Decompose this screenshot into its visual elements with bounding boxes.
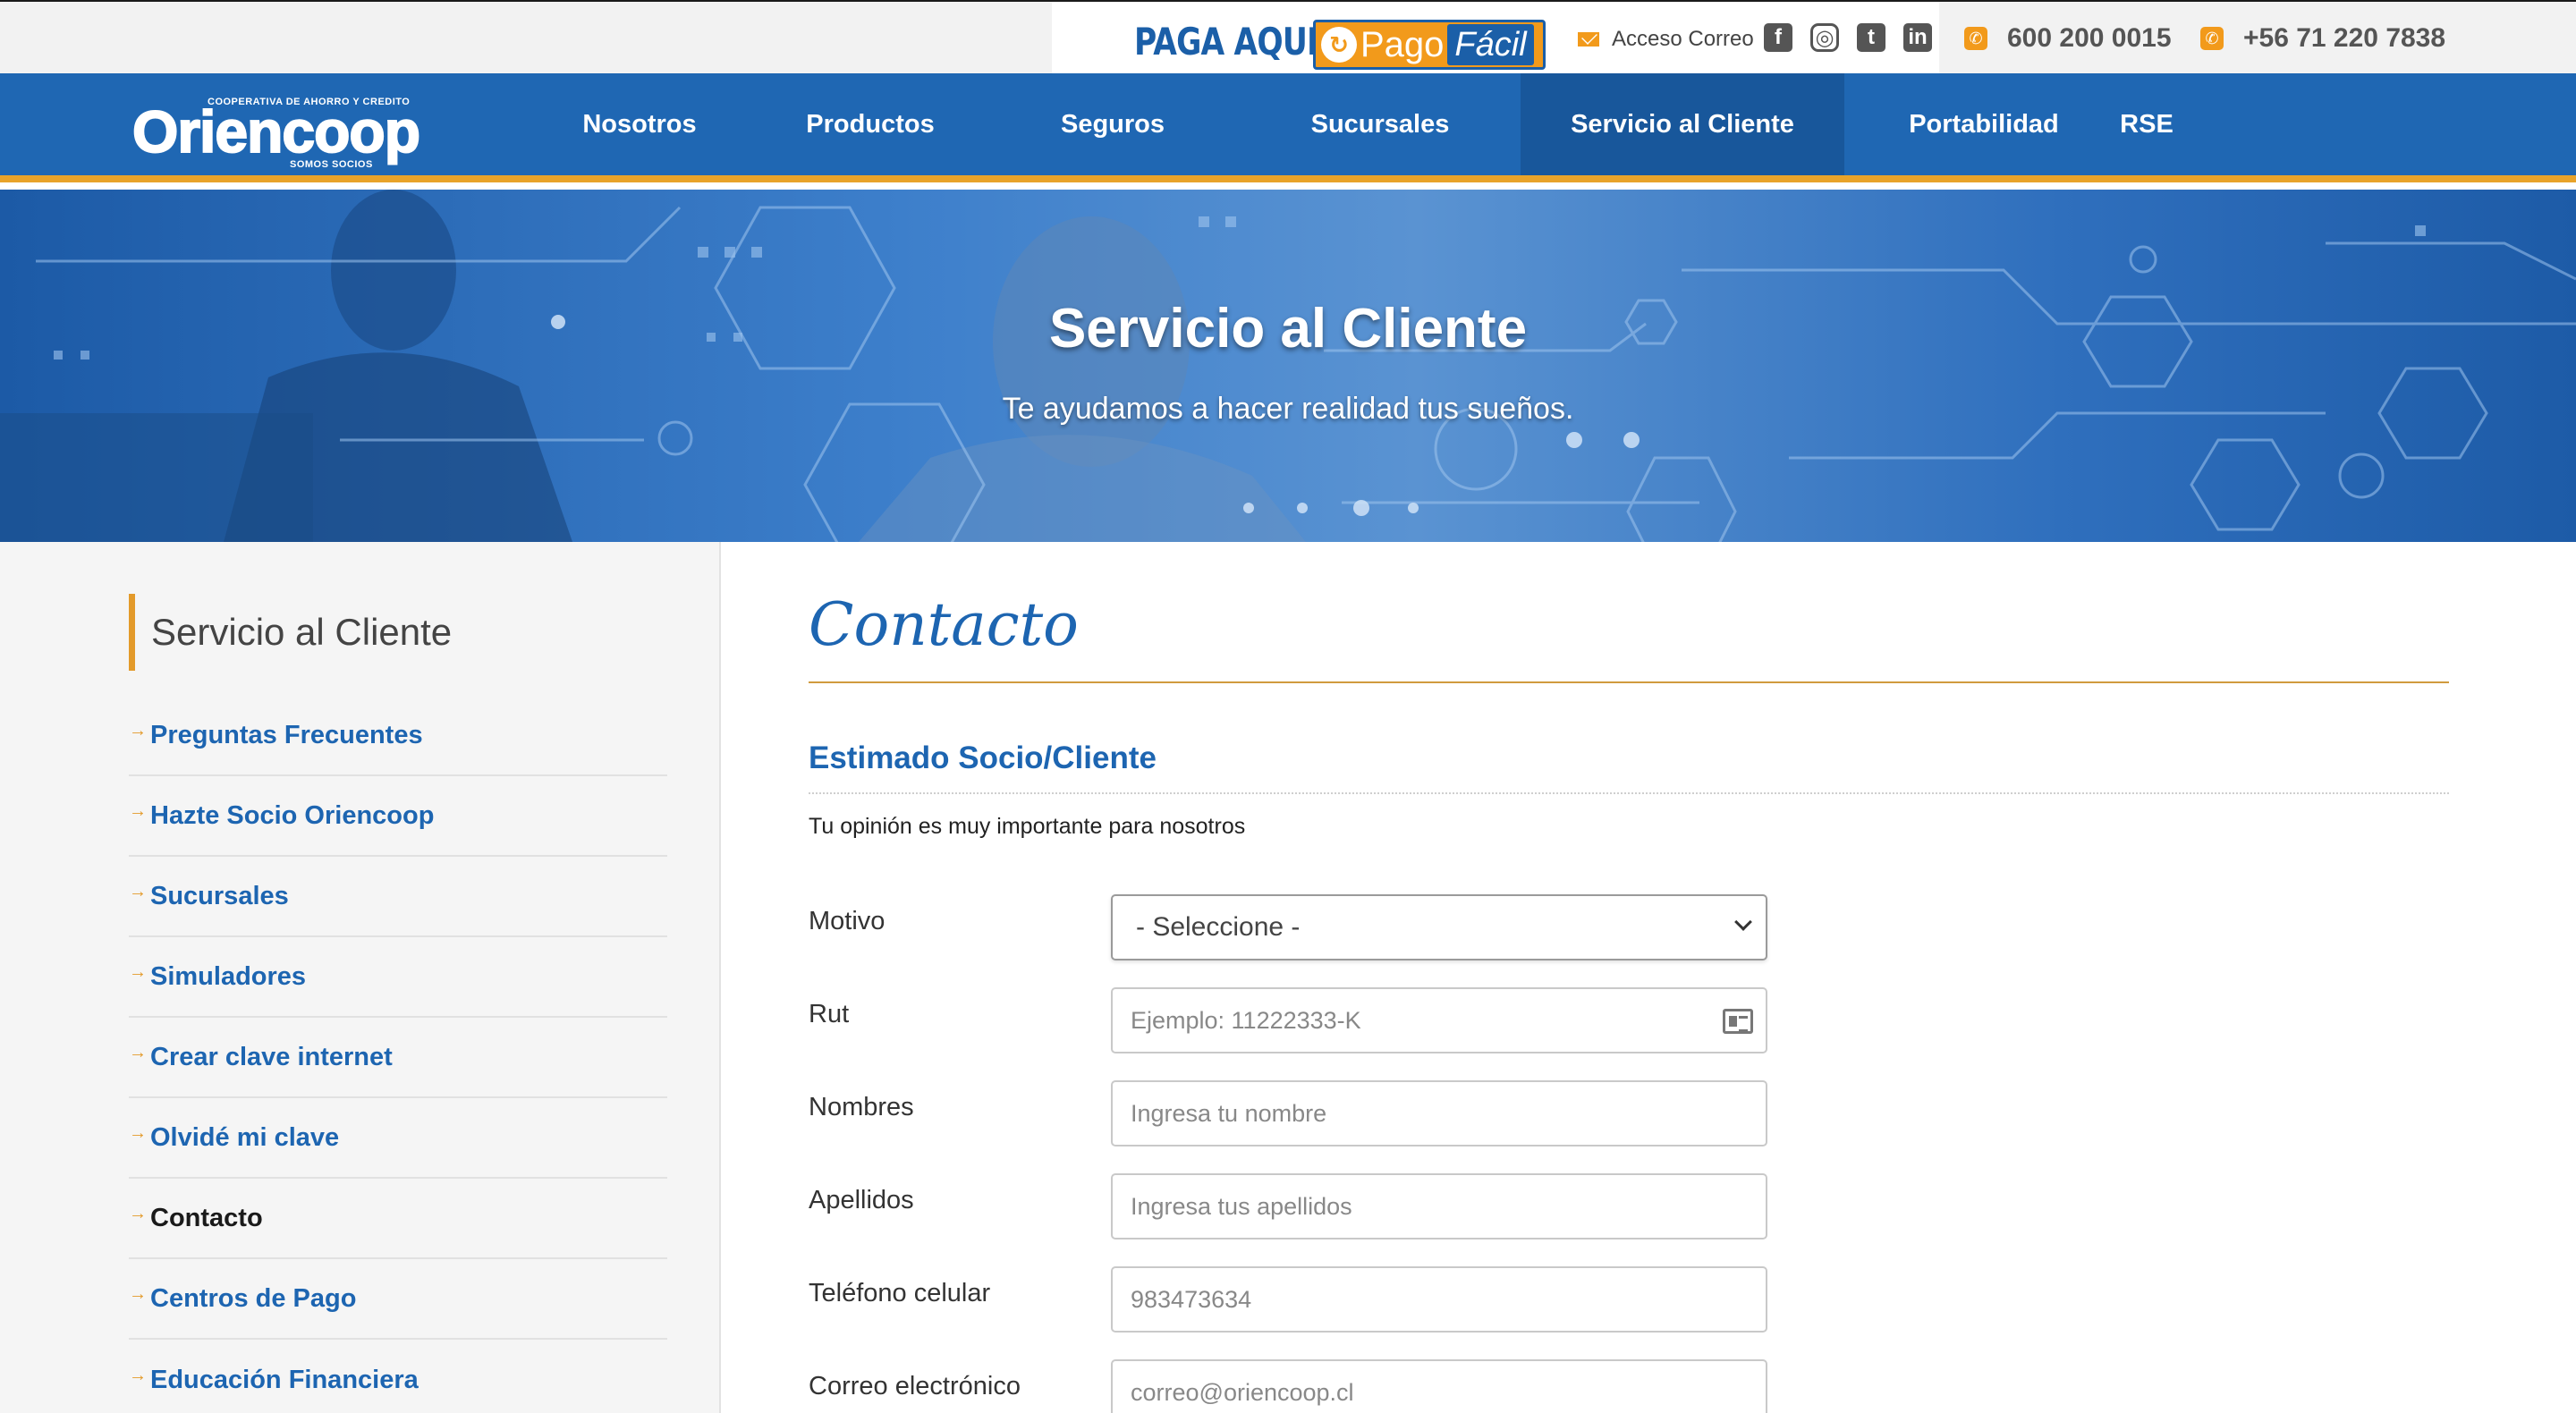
- sidebar-item-hazte-socio[interactable]: → Hazte Socio Oriencoop: [129, 776, 667, 857]
- paga-aqui-text[interactable]: PAGA AQUI: [1134, 20, 1318, 64]
- sidebar-item-educacion-financiera[interactable]: → Educación Financiera: [129, 1340, 667, 1413]
- arrow-right-icon: →: [129, 1122, 147, 1143]
- pagofacil-pago-text: Pago: [1360, 24, 1445, 64]
- phone-2[interactable]: ✆ +56 71 220 7838: [2200, 20, 2445, 57]
- logo-sub: SOMOS SOCIOS: [290, 159, 373, 170]
- nav-item-nosotros[interactable]: Nosotros: [555, 73, 724, 175]
- acceso-correo-label: Acceso Correo: [1612, 27, 1754, 51]
- sidebar-item-simuladores[interactable]: → Simuladores: [129, 937, 667, 1018]
- phone-icon: ✆: [2200, 27, 2224, 50]
- apellidos-placeholder: Ingresa tus apellidos: [1131, 1192, 1352, 1220]
- nav-item-productos[interactable]: Productos: [778, 73, 962, 175]
- rut-label: Rut: [809, 1000, 850, 1028]
- sidebar-item-label: Simuladores: [150, 961, 307, 991]
- form-row-motivo: Motivo - Seleccione -: [809, 894, 2449, 960]
- arrow-right-icon: →: [129, 800, 147, 821]
- instagram-icon[interactable]: ◎: [1810, 23, 1839, 52]
- hero-decoration: [0, 190, 2576, 542]
- arrow-right-icon: →: [129, 1042, 147, 1062]
- sidebar-item-label: Hazte Socio Oriencoop: [150, 800, 435, 830]
- correo-label: Correo electrónico: [809, 1372, 1021, 1400]
- telefono-placeholder: 983473634: [1131, 1285, 1252, 1313]
- sidebar-item-contacto[interactable]: → Contacto: [129, 1179, 667, 1259]
- arrow-right-icon: →: [129, 720, 147, 740]
- social-links: f ◎ t in: [1764, 23, 1932, 52]
- oriencoop-logo[interactable]: COOPERATIVA DE AHORRO Y CREDITO Oriencoo…: [131, 93, 436, 170]
- pagofacil-facil-text: Fácil: [1447, 24, 1534, 65]
- divider: [2172, 2, 2177, 73]
- sidebar-item-label: Olvidé mi clave: [150, 1122, 340, 1152]
- correo-placeholder: correo@oriencoop.cl: [1131, 1378, 1354, 1406]
- form-row-rut: Rut Ejemplo: 11222333-K: [809, 987, 2449, 1053]
- page-title: Contacto: [809, 590, 1079, 659]
- chevron-down-icon: [1734, 913, 1752, 931]
- logo-brand: Oriencoop: [131, 98, 421, 165]
- telefono-input[interactable]: 983473634: [1111, 1266, 1767, 1333]
- sidebar-item-sucursales[interactable]: → Sucursales: [129, 857, 667, 937]
- intro-text: Tu opinión es muy importante para nosotr…: [809, 814, 1246, 839]
- sidebar-item-label: Educación Financiera: [150, 1365, 419, 1394]
- sidebar-item-preguntas-frecuentes[interactable]: → Preguntas Frecuentes: [129, 696, 667, 776]
- arrow-right-icon: →: [129, 881, 147, 901]
- sidebar-title: Servicio al Cliente: [129, 594, 452, 671]
- top-utility-bar: PAGA AQUI ↻ Pago Fácil Acceso Correo f ◎…: [0, 0, 2576, 73]
- sidebar: Servicio al Cliente → Preguntas Frecuent…: [0, 542, 721, 1413]
- linkedin-icon[interactable]: in: [1903, 23, 1932, 52]
- heading-divider: [809, 681, 2449, 683]
- facebook-icon[interactable]: f: [1764, 23, 1792, 52]
- sidebar-item-olvide-clave[interactable]: → Olvidé mi clave: [129, 1098, 667, 1179]
- sidebar-item-crear-clave[interactable]: → Crear clave internet: [129, 1018, 667, 1098]
- form-row-correo: Correo electrónico correo@oriencoop.cl: [809, 1359, 2449, 1413]
- nombres-label: Nombres: [809, 1093, 914, 1121]
- divider: [1939, 2, 1945, 73]
- sidebar-menu: → Preguntas Frecuentes → Hazte Socio Ori…: [129, 696, 667, 1413]
- phone-2-number: +56 71 220 7838: [2243, 23, 2446, 53]
- arrow-right-icon: →: [129, 1203, 147, 1223]
- sidebar-item-label: Crear clave internet: [150, 1042, 393, 1071]
- arrow-right-icon: →: [129, 1283, 147, 1304]
- nombres-placeholder: Ingresa tu nombre: [1131, 1099, 1327, 1127]
- sidebar-item-label: Contacto: [150, 1203, 263, 1232]
- phone-1[interactable]: ✆ 600 200 0015: [1964, 20, 2172, 57]
- motivo-selected-value: - Seleccione -: [1136, 912, 1301, 942]
- hero-title: Servicio al Cliente: [1048, 298, 1528, 360]
- nav-item-portabilidad[interactable]: Portabilidad: [1887, 73, 2080, 175]
- nav-item-sucursales[interactable]: Sucursales: [1270, 73, 1490, 175]
- apellidos-label: Apellidos: [809, 1186, 914, 1214]
- rut-input[interactable]: Ejemplo: 11222333-K: [1111, 987, 1767, 1053]
- section-title: Estimado Socio/Cliente: [809, 740, 1157, 775]
- motivo-label: Motivo: [809, 907, 886, 935]
- hero-subtitle: Te ayudamos a hacer realidad tus sueños.: [1002, 392, 1574, 426]
- nombres-input[interactable]: Ingresa tu nombre: [1111, 1080, 1767, 1146]
- nav-item-servicio-al-cliente[interactable]: Servicio al Cliente: [1521, 73, 1844, 175]
- form-row-telefono: Teléfono celular 983473634: [809, 1266, 2449, 1333]
- sidebar-item-label: Centros de Pago: [150, 1283, 357, 1313]
- pagofacil-logo-button[interactable]: ↻ Pago Fácil: [1313, 20, 1546, 70]
- correo-input[interactable]: correo@oriencoop.cl: [1111, 1359, 1767, 1413]
- motivo-select[interactable]: - Seleccione -: [1111, 894, 1767, 960]
- hero-banner: Servicio al Cliente Te ayudamos a hacer …: [0, 190, 2576, 542]
- nav-item-rse[interactable]: RSE: [2100, 73, 2193, 175]
- form-row-apellidos: Apellidos Ingresa tus apellidos: [809, 1173, 2449, 1240]
- id-card-icon: [1723, 1009, 1753, 1034]
- twitter-icon[interactable]: t: [1857, 23, 1885, 52]
- acceso-correo-link[interactable]: Acceso Correo: [1578, 25, 1754, 54]
- arrow-right-icon: →: [129, 961, 147, 982]
- arrow-right-icon: →: [129, 1365, 147, 1385]
- section-divider: [809, 792, 2449, 794]
- sidebar-item-label: Sucursales: [150, 881, 289, 910]
- main-content: Contacto Estimado Socio/Cliente Tu opini…: [809, 542, 2449, 1413]
- pagofacil-icon: ↻: [1321, 27, 1357, 63]
- envelope-icon: [1578, 32, 1599, 47]
- main-navbar: COOPERATIVA DE AHORRO Y CREDITO Oriencoo…: [0, 73, 2576, 182]
- phone-icon: ✆: [1964, 27, 1987, 50]
- phone-1-number: 600 200 0015: [2007, 23, 2172, 53]
- nav-item-seguros[interactable]: Seguros: [1025, 73, 1200, 175]
- rut-placeholder: Ejemplo: 11222333-K: [1131, 1006, 1361, 1034]
- apellidos-input[interactable]: Ingresa tus apellidos: [1111, 1173, 1767, 1240]
- sidebar-item-label: Preguntas Frecuentes: [150, 720, 423, 749]
- form-row-nombres: Nombres Ingresa tu nombre: [809, 1080, 2449, 1146]
- sidebar-item-centros-de-pago[interactable]: → Centros de Pago: [129, 1259, 667, 1340]
- telefono-label: Teléfono celular: [809, 1279, 991, 1307]
